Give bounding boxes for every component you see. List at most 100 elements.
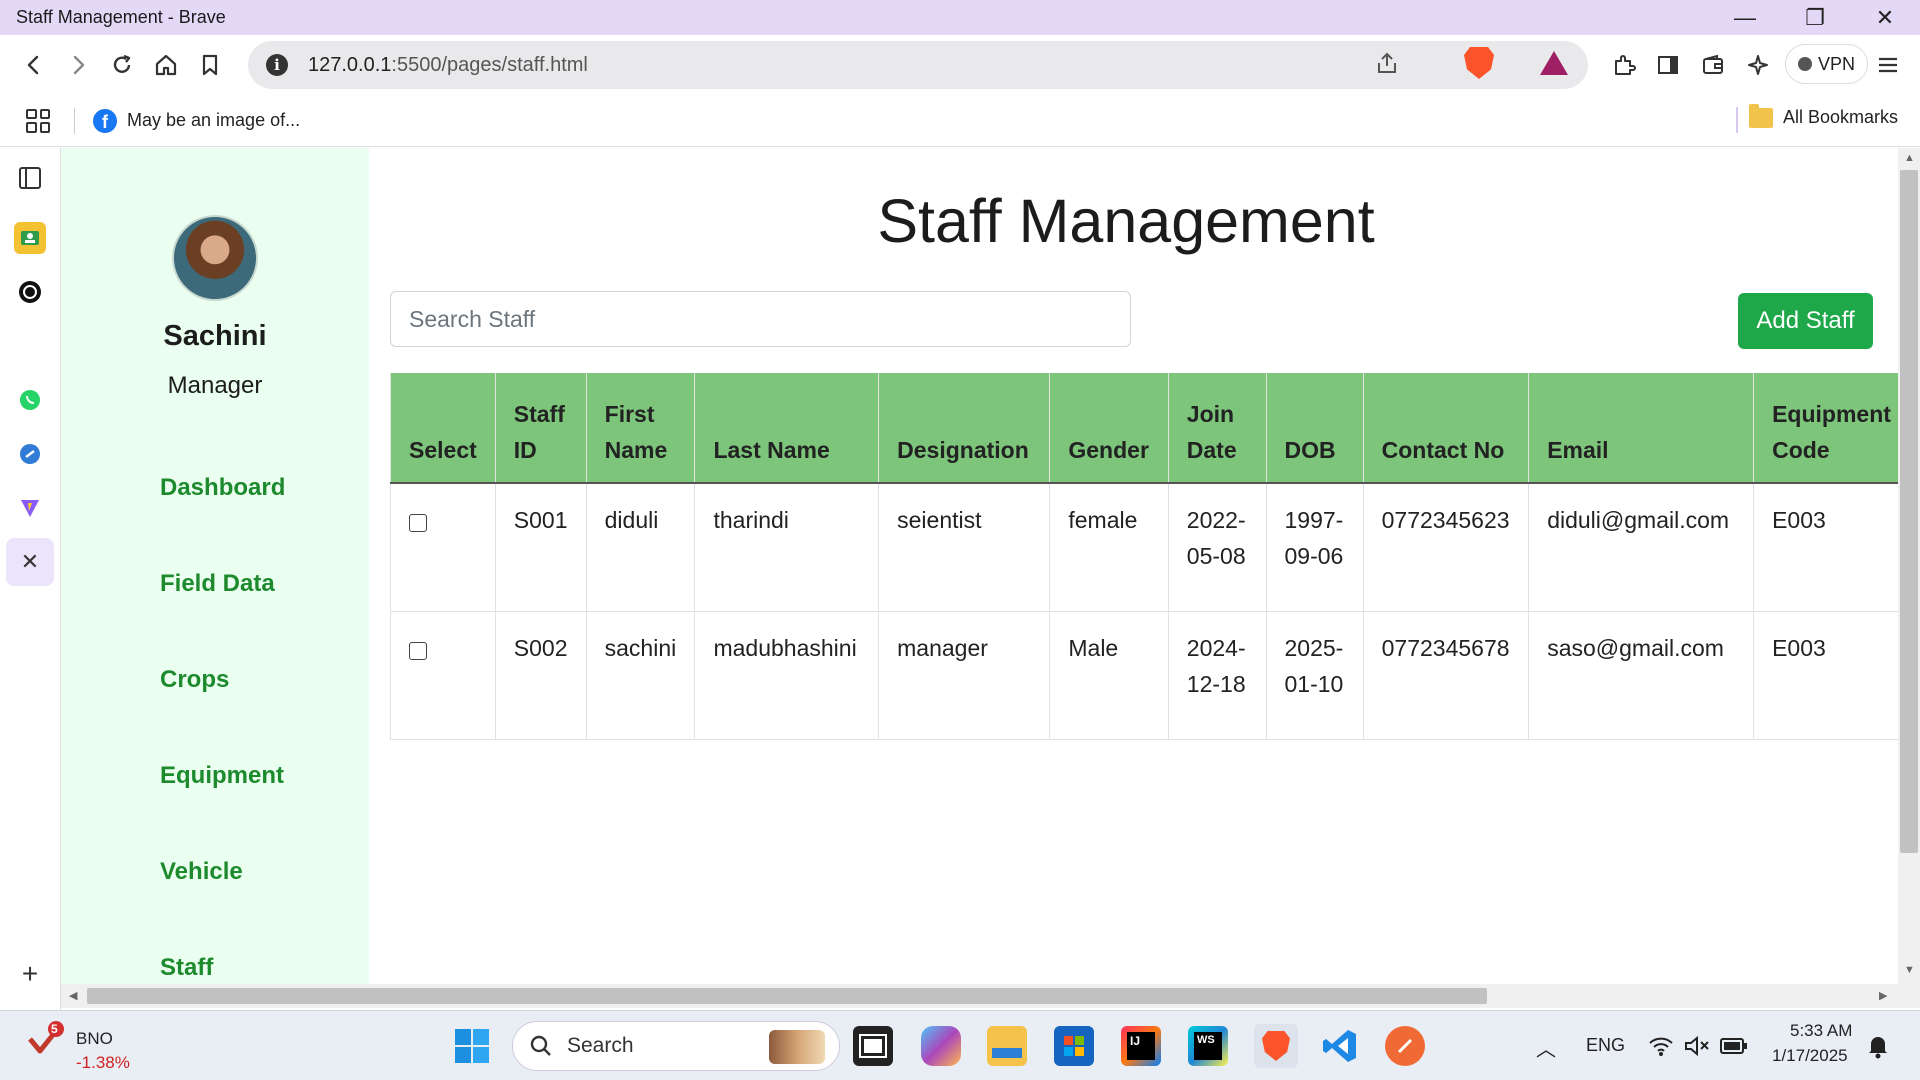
row-select-checkbox[interactable] [409,514,427,532]
wifi-icon[interactable] [1648,1035,1674,1057]
bookmark-item[interactable]: May be an image of... [127,110,300,131]
header-staff-id: Staff ID [495,373,587,484]
nav-field-data[interactable]: Field Data [160,570,275,598]
battery-icon[interactable] [1720,1036,1748,1056]
webstorm-icon[interactable]: WS [1188,1026,1228,1066]
add-panel-icon[interactable]: + [14,958,46,990]
browser-side-panel: ✕ + [0,148,61,1010]
close-window-button[interactable]: ✕ [1850,0,1920,35]
intellij-idea-icon[interactable]: IJ [1121,1026,1161,1066]
windows-taskbar: 5 BNO -1.38% Search IJ WS ︿ ENG 5:33 AM … [0,1010,1920,1080]
clock-date[interactable]: 1/17/2025 [1772,1046,1848,1066]
file-explorer-icon[interactable] [987,1026,1027,1066]
page-viewport: Sachini Manager Dashboard Field Data Cro… [61,148,1898,984]
nav-crops[interactable]: Crops [160,666,229,694]
horizontal-scroll-thumb[interactable] [87,988,1487,1004]
facebook-icon[interactable]: f [93,108,117,133]
nav-staff[interactable]: Staff [160,954,213,982]
vertical-scrollbar[interactable]: ▲ ▼ [1898,148,1920,984]
header-equipment-code: Equipment Code [1753,373,1898,484]
designation-cell: manager [878,611,1051,740]
table-header-row: Select Staff ID First Name Last Name Des… [390,373,1898,484]
x-close-panel-icon[interactable]: ✕ [6,538,54,586]
clock-time[interactable]: 5:33 AM [1790,1021,1852,1041]
vpn-status-icon [1798,57,1812,71]
leo-ai-icon[interactable] [1736,43,1780,87]
contacts-icon[interactable] [14,222,46,254]
whatsapp-icon[interactable] [14,384,46,416]
language-indicator[interactable]: ENG [1586,1035,1625,1056]
share-icon[interactable] [1374,50,1400,76]
postman-icon[interactable] [1385,1026,1425,1066]
all-bookmarks-button[interactable]: All Bookmarks [1748,103,1898,128]
user-role: Manager [167,372,263,399]
menu-icon[interactable] [1866,43,1910,87]
url-text[interactable]: 127.0.0.1:5500/pages/staff.html [308,54,588,77]
reload-icon[interactable] [100,43,144,87]
staff-table: Select Staff ID First Name Last Name Des… [390,373,1898,740]
address-bar[interactable]: i 127.0.0.1:5500/pages/staff.html [248,41,1588,89]
divider [74,107,75,134]
panel-toggle-icon[interactable] [14,162,46,194]
last-name-cell: tharindi [694,483,880,612]
gender-cell: female [1049,483,1169,612]
wallet-icon[interactable] [1691,43,1735,87]
chatgpt-icon[interactable] [14,276,46,308]
contact-no-cell: 0772345623 [1363,483,1530,612]
stock-name: BNO [76,1029,113,1048]
nav-equipment[interactable]: Equipment [160,762,284,790]
link-icon[interactable] [14,438,46,470]
header-gender: Gender [1049,373,1169,484]
scroll-down-icon[interactable]: ▼ [1904,964,1915,976]
notification-bell-icon[interactable] [1866,1033,1890,1059]
row-select-checkbox[interactable] [409,641,427,660]
windows-start-icon[interactable] [452,1026,492,1066]
stock-widget[interactable]: 5 BNO -1.38% [26,1021,130,1072]
extensions-icon[interactable] [1602,43,1646,87]
brave-browser-icon[interactable] [1254,1024,1298,1068]
forward-icon[interactable] [56,43,100,87]
nav-dashboard[interactable]: Dashboard [160,474,285,502]
search-staff-input[interactable] [390,291,1131,347]
equipment-code-cell: E003 [1753,483,1898,612]
sidebar-toggle-icon[interactable] [1646,43,1690,87]
site-info-icon[interactable]: i [266,54,288,76]
bookmarks-bar: f May be an image of... All Bookmarks [0,95,1920,147]
bookmark-icon[interactable] [188,43,232,87]
back-icon[interactable] [12,43,56,87]
folder-icon [1748,103,1773,128]
vite-icon[interactable] [14,492,46,524]
vscode-icon[interactable] [1320,1026,1360,1066]
scroll-up-icon[interactable]: ▲ [1904,152,1915,164]
add-staff-button[interactable]: Add Staff [1738,293,1873,349]
scroll-left-icon[interactable]: ◀ [69,989,77,1002]
table-row: S002 sachini madubhashini manager Male 2… [390,611,1898,740]
vpn-button[interactable]: VPN [1785,44,1869,84]
horizontal-scrollbar[interactable]: ◀ ▶ [61,984,1920,1008]
taskbar-search-label: Search [567,1034,634,1057]
minimize-button[interactable]: — [1710,0,1780,35]
first-name-cell: sachini [586,611,696,740]
brave-shields-icon[interactable] [1464,47,1494,79]
nav-vehicle[interactable]: Vehicle [160,858,243,886]
divider [1736,107,1738,133]
home-icon[interactable] [144,43,188,87]
scroll-right-icon[interactable]: ▶ [1879,989,1887,1002]
search-highlight-icon [769,1030,825,1064]
staff-id-cell: S001 [495,483,587,612]
volume-muted-icon[interactable] [1684,1035,1710,1057]
apps-grid-icon[interactable] [26,108,50,133]
copilot-icon[interactable] [921,1026,961,1066]
brave-rewards-icon[interactable] [1540,51,1568,75]
select-cell [390,611,496,740]
restore-button[interactable]: ❐ [1780,0,1850,35]
task-view-icon[interactable] [853,1026,893,1066]
taskbar-search[interactable]: Search [512,1021,840,1071]
header-join-date: Join Date [1168,373,1267,484]
microsoft-store-icon[interactable] [1054,1026,1094,1066]
browser-toolbar: i 127.0.0.1:5500/pages/staff.html VPN [0,35,1920,95]
header-last-name: Last Name [694,373,880,484]
tray-overflow-icon[interactable]: ︿ [1536,1033,1556,1062]
vertical-scroll-thumb[interactable] [1900,170,1918,853]
table-row: S001 diduli tharindi seientist female 20… [390,483,1898,612]
